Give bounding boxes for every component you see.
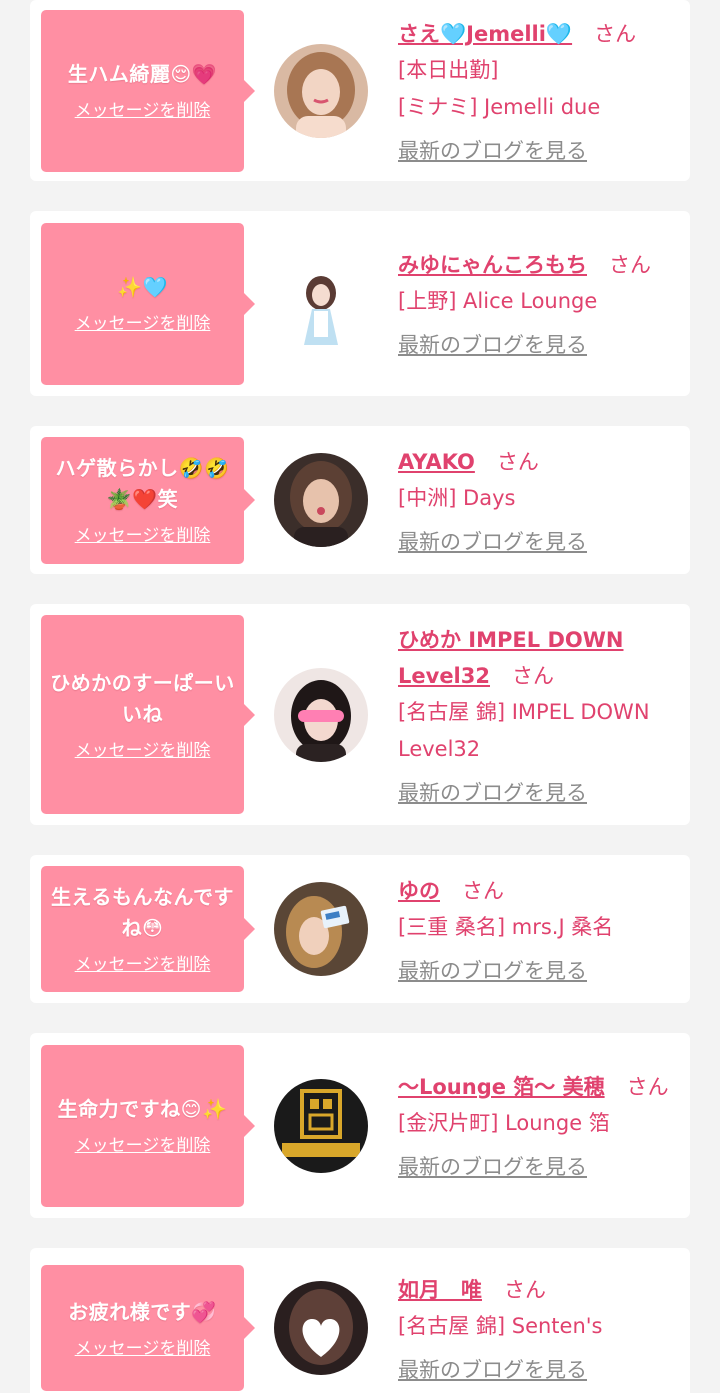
avatar[interactable] [274,1078,368,1173]
lounge-logo-icon [274,1078,368,1173]
sender-name-link[interactable]: みゆにゃんころもち [398,253,587,277]
latest-blog-link[interactable]: 最新のブログを見る [398,778,587,808]
message-card: ひめかのすーぱーいいね メッセージを削除 ひめか IMPEL DOWN Leve… [30,604,690,825]
message-text: ハゲ散らかし🤣🤣🪴❤️笑 [55,456,230,511]
message-text: 生命力ですね😊✨ [57,1097,228,1121]
sender-name-line: AYAKO さん [398,444,672,480]
shop-status: [本日出勤] [398,57,499,82]
avatar[interactable] [274,256,368,351]
sender-name-link[interactable]: AYAKO [398,450,475,474]
delete-message-link[interactable]: メッセージを削除 [75,1338,211,1360]
sender-name-link[interactable]: 〜Lounge 箔〜 美穂 [398,1075,605,1099]
sender-info: さえ🩵Jemelli🩵 さん [本日出勤] [ミナミ] Jemelli due 最… [398,16,690,166]
woman-portrait-icon [274,453,368,547]
sender-name-line: ひめか IMPEL DOWN Level32 さん [398,622,672,694]
message-bubble: 生ハム綺麗😌💗 メッセージを削除 [41,9,255,172]
honorific: さん [462,878,504,903]
avatar[interactable] [274,453,368,547]
sender-name-link[interactable]: 如月 唯 [398,1278,482,1302]
sender-info: ひめか IMPEL DOWN Level32 さん [名古屋 錦] IMPEL D… [398,622,690,808]
shop-location: [三重 桑名] mrs.J 桑名 [398,914,614,939]
latest-blog-link[interactable]: 最新のブログを見る [398,1152,587,1182]
shop-location: [中洲] Days [398,485,516,510]
sender-info: 如月 唯さん [名古屋 錦] Senten's 最新のブログを見る [398,1272,690,1385]
sender-name-link[interactable]: ゆの [398,879,440,903]
message-text: ✨🩵 [117,275,168,299]
message-text: ひめかのすーぱーいいね [50,670,235,726]
avatar[interactable] [274,882,368,976]
delete-message-link[interactable]: メッセージを削除 [75,954,211,976]
latest-blog-link[interactable]: 最新のブログを見る [398,956,587,986]
avatar[interactable] [274,43,368,138]
message-bubble: ひめかのすーぱーいいね メッセージを削除 [41,615,255,814]
message-bubble: ✨🩵 メッセージを削除 [41,222,255,385]
latest-blog-link[interactable]: 最新のブログを見る [398,1355,587,1385]
latest-blog-link[interactable]: 最新のブログを見る [398,136,587,166]
honorific: さん [511,663,554,688]
honorific: さん [609,253,651,277]
message-feed: 生ハム綺麗😌💗 メッセージを削除 さえ🩵Jemelli🩵 さん [本日出勤] [ミ… [0,0,720,1393]
message-card: 生ハム綺麗😌💗 メッセージを削除 さえ🩵Jemelli🩵 さん [本日出勤] [ミ… [30,0,690,181]
sender-name-line: みゆにゃんころもち さん [398,247,672,283]
honorific: さん [496,449,539,474]
honorific: さん [594,21,637,46]
shop-location: [ミナミ] Jemelli due [398,94,601,119]
message-card: ハゲ散らかし🤣🤣🪴❤️笑 メッセージを削除 AYAKO さん [中洲] Days … [30,426,690,574]
message-card: 生命力ですね😊✨ メッセージを削除 〜Lounge 箔〜 美穂 さん [金沢片町]… [30,1033,690,1218]
sender-name-link[interactable]: さえ🩵Jemelli🩵 [398,22,572,46]
delete-message-link[interactable]: メッセージを削除 [75,313,211,335]
sender-name-line: ゆの さん [398,873,672,909]
message-text: 生ハム綺麗😌💗 [67,62,218,86]
avatar[interactable] [274,1281,368,1375]
heart-portrait-icon [274,1281,368,1375]
shop-location: [上野] Alice Lounge [398,289,598,313]
sender-name-line: 〜Lounge 箔〜 美穂 さん [398,1069,672,1105]
shop-location: [金沢片町] Lounge 箔 [398,1111,610,1135]
maid-portrait-icon [274,256,368,351]
sender-name-line: 如月 唯さん [398,1272,672,1308]
message-bubble: お疲れ様です💞 メッセージを削除 [41,1265,255,1391]
message-bubble: 生命力ですね😊✨ メッセージを削除 [41,1044,255,1207]
message-text: お疲れ様です💞 [68,1299,217,1324]
latest-blog-link[interactable]: 最新のブログを見る [398,527,587,557]
message-bubble: 生えるもんなんですね😳 メッセージを削除 [41,866,255,992]
woman-portrait-icon [274,882,368,976]
sender-name-link[interactable]: ひめか IMPEL DOWN Level32 [398,628,623,688]
delete-message-link[interactable]: メッセージを削除 [75,1135,211,1157]
shop-location: [名古屋 錦] Senten's [398,1313,603,1338]
sender-info: AYAKO さん [中洲] Days 最新のブログを見る [398,444,690,557]
woman-portrait-icon [274,667,368,762]
sender-name-line: さえ🩵Jemelli🩵 さん [398,16,672,52]
honorific: さん [626,1075,669,1099]
message-card: ✨🩵 メッセージを削除 みゆにゃんころもち さん [上野] Alice Loung… [30,211,690,396]
message-text: 生えるもんなんですね😳 [51,885,234,940]
shop-location: [名古屋 錦] IMPEL DOWN Level32 [398,699,650,761]
woman-portrait-icon [274,43,368,138]
avatar[interactable] [274,667,368,762]
sender-info: ゆの さん [三重 桑名] mrs.J 桑名 最新のブログを見る [398,873,690,986]
delete-message-link[interactable]: メッセージを削除 [75,100,211,122]
message-card: 生えるもんなんですね😳 メッセージを削除 ゆの さん [三重 桑名] mrs.J … [30,855,690,1003]
delete-message-link[interactable]: メッセージを削除 [75,740,211,762]
latest-blog-link[interactable]: 最新のブログを見る [398,330,587,360]
message-bubble: ハゲ散らかし🤣🤣🪴❤️笑 メッセージを削除 [41,436,255,564]
honorific: さん [504,1277,546,1302]
message-card: お疲れ様です💞 メッセージを削除 如月 唯さん [名古屋 錦] Senten's… [30,1248,690,1393]
delete-message-link[interactable]: メッセージを削除 [75,525,211,547]
sender-info: みゆにゃんころもち さん [上野] Alice Lounge 最新のブログを見る [398,247,690,360]
sender-info: 〜Lounge 箔〜 美穂 さん [金沢片町] Lounge 箔 最新のブログを見… [398,1069,690,1182]
